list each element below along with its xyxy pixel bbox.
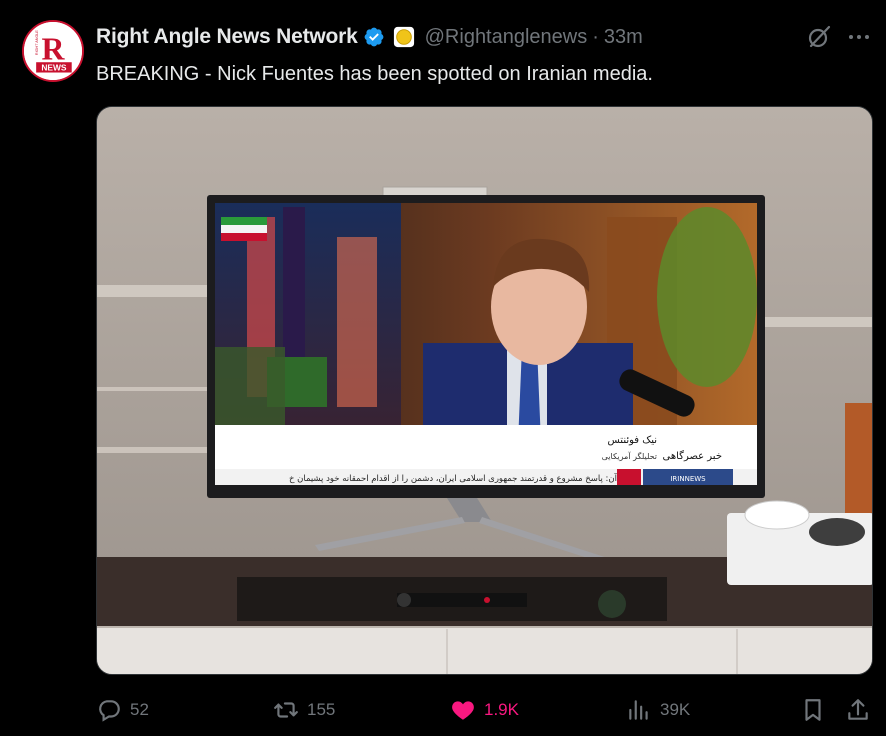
display-name[interactable]: Right Angle News Network: [96, 25, 358, 49]
verified-badge-icon[interactable]: [363, 26, 385, 48]
tv-caption-name: نیک فوئنتس: [608, 435, 657, 446]
tv-photo: نیک فوئنتس تحلیلگر آمریکایی خبر عصرگاهی …: [97, 107, 872, 674]
share-icon: [848, 699, 868, 720]
like-button[interactable]: 1.9K: [450, 694, 519, 726]
tv-caption-title: تحلیلگر آمریکایی: [602, 451, 657, 461]
affiliate-badge-icon[interactable]: [393, 26, 415, 48]
avatar-letter: R: [42, 31, 66, 66]
tweet-media-image[interactable]: نیک فوئنتس تحلیلگر آمریکایی خبر عصرگاهی …: [96, 106, 873, 675]
views-count: 39K: [660, 700, 691, 719]
action-bar: 52 155 1.9K 39K: [96, 694, 876, 726]
like-count: 1.9K: [484, 700, 519, 719]
tv-caption-channel: خبر عصرگاهی: [663, 450, 722, 462]
more-icon[interactable]: [846, 24, 872, 50]
avatar[interactable]: R RIGHT ANGLE NEWS: [22, 20, 84, 82]
repost-count: 155: [307, 700, 336, 719]
tweet-text: BREAKING - Nick Fuentes has been spotted…: [96, 63, 653, 85]
handle[interactable]: @Rightanglenews: [425, 26, 588, 49]
timestamp[interactable]: 33m: [604, 26, 643, 49]
bookmark-icon: [805, 699, 821, 721]
bookmark-button[interactable]: [800, 694, 826, 726]
share-button[interactable]: [845, 694, 871, 726]
grok-icon[interactable]: [806, 24, 832, 50]
tweet-header: Right Angle News Network @Rightanglenews…: [96, 22, 886, 52]
views-button[interactable]: 39K: [626, 694, 690, 726]
views-icon: [629, 700, 648, 720]
tv-logo: IRINNEWS: [670, 475, 706, 483]
avatar-brand-bottom: NEWS: [41, 63, 67, 73]
reply-icon: [99, 700, 120, 722]
avatar-logo: R RIGHT ANGLE NEWS: [24, 22, 82, 80]
reply-count: 52: [130, 700, 149, 719]
repost-button[interactable]: 155: [273, 694, 335, 726]
tv-ticker: آن: پاسخ مشروع و قدرتمند جمهوری اسلامی ا…: [289, 472, 618, 484]
like-icon: [452, 701, 474, 720]
separator-dot: ·: [592, 25, 599, 48]
avatar-brand-top: RIGHT ANGLE: [35, 30, 39, 56]
reply-button[interactable]: 52: [96, 694, 149, 726]
repost-icon: [274, 702, 298, 718]
